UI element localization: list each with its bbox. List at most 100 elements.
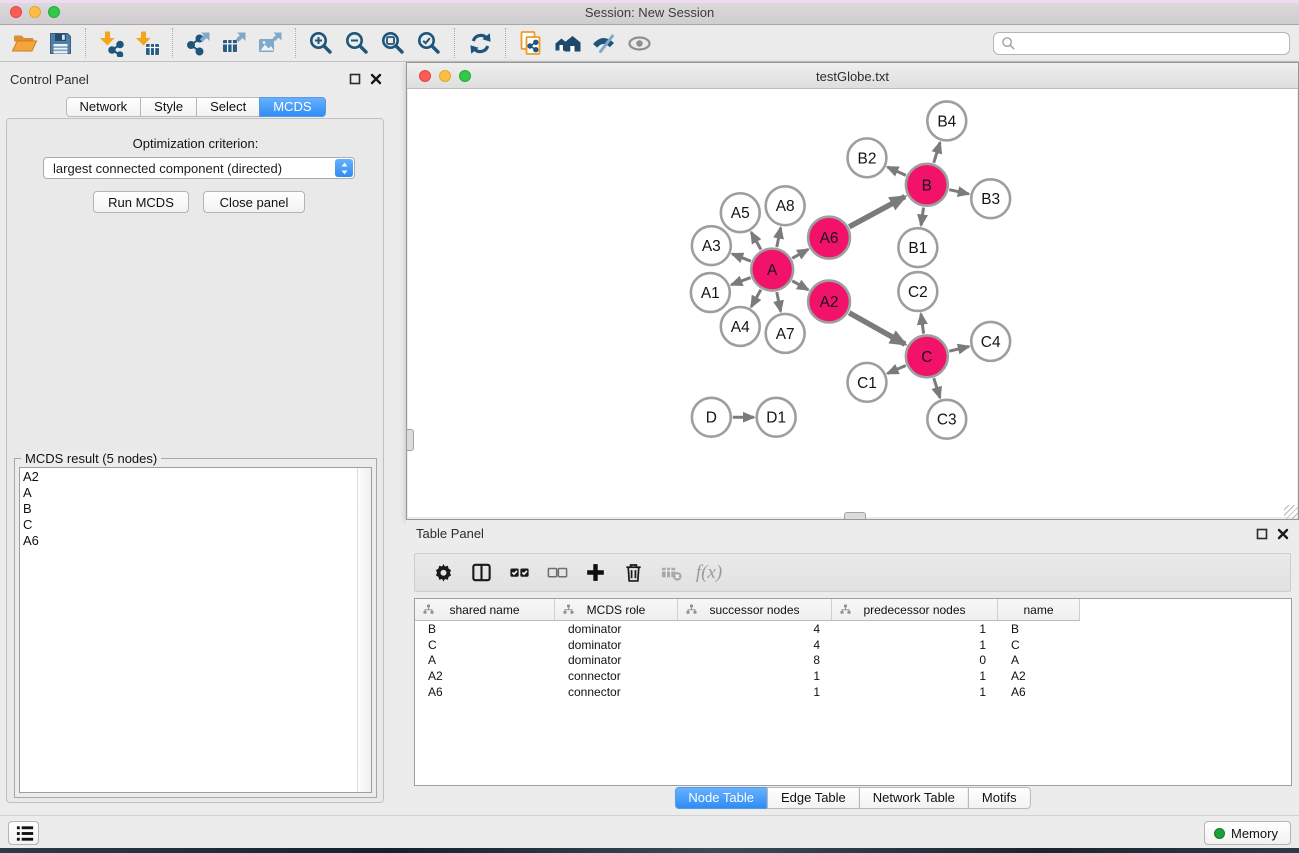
mcds-result-item[interactable]: C bbox=[23, 517, 355, 533]
network-canvas[interactable]: B4 B2 B B3 A5A8A6 B1 A3 A C2 A1 A2 A4A7 C4 C C1 C3 D D1 bbox=[408, 89, 1297, 517]
table-row[interactable]: Bdominator41B bbox=[415, 621, 1291, 637]
graph-node-B2[interactable]: B2 bbox=[848, 138, 887, 177]
column-header-mcds-role[interactable]: MCDS role bbox=[555, 599, 678, 621]
open-file-button[interactable] bbox=[6, 27, 42, 59]
mcds-result-item[interactable]: A bbox=[23, 485, 355, 501]
tab-node-table[interactable]: Node Table bbox=[674, 787, 768, 809]
graph-node-A3[interactable]: A3 bbox=[692, 226, 731, 265]
graph-node-B[interactable]: B bbox=[906, 164, 948, 206]
edge-A-to-A4[interactable] bbox=[751, 290, 761, 307]
column-header-name[interactable]: name bbox=[998, 599, 1080, 621]
edge-B-to-B4[interactable] bbox=[934, 142, 940, 162]
graph-node-A2[interactable]: A2 bbox=[808, 281, 850, 323]
show-panels-button[interactable] bbox=[8, 821, 39, 845]
zoom-selected-button[interactable] bbox=[411, 27, 447, 59]
tab-select[interactable]: Select bbox=[196, 97, 260, 117]
graph-node-B1[interactable]: B1 bbox=[898, 228, 937, 267]
graph-node-C[interactable]: C bbox=[906, 335, 948, 377]
hide-details-button[interactable] bbox=[585, 27, 621, 59]
edge-B-to-B2[interactable] bbox=[887, 167, 905, 175]
optimization-criterion-select[interactable]: largest connected component (directed) bbox=[43, 157, 355, 179]
panel-divider-grip[interactable] bbox=[407, 429, 414, 451]
graph-node-A7[interactable]: A7 bbox=[766, 314, 805, 353]
graph-node-A[interactable]: A bbox=[751, 249, 793, 291]
table-row[interactable]: Adominator80A bbox=[415, 652, 1291, 668]
edge-C-to-C1[interactable] bbox=[888, 365, 906, 373]
edge-A-to-A5[interactable] bbox=[751, 232, 761, 249]
panel-divider-grip[interactable] bbox=[844, 512, 866, 519]
run-mcds-button[interactable]: Run MCDS bbox=[93, 191, 189, 213]
import-network-button[interactable] bbox=[93, 27, 129, 59]
save-session-button[interactable] bbox=[42, 27, 78, 59]
search-input[interactable] bbox=[1016, 37, 1289, 51]
tab-network-table[interactable]: Network Table bbox=[859, 787, 969, 809]
graph-node-A6[interactable]: A6 bbox=[808, 217, 850, 259]
edge-A-to-A6[interactable] bbox=[792, 249, 808, 258]
graph-node-A5[interactable]: A5 bbox=[721, 193, 760, 232]
table-row[interactable]: A6connector11A6 bbox=[415, 684, 1291, 700]
close-panel-icon[interactable] bbox=[368, 71, 383, 86]
edge-A-to-A2[interactable] bbox=[792, 281, 808, 290]
zoom-in-button[interactable] bbox=[303, 27, 339, 59]
edge-A-to-A1[interactable] bbox=[731, 278, 750, 285]
refresh-button[interactable] bbox=[462, 27, 498, 59]
float-panel-icon[interactable] bbox=[347, 71, 362, 86]
network-window-titlebar[interactable]: testGlobe.txt bbox=[407, 63, 1298, 89]
graph-node-D[interactable]: D bbox=[692, 398, 731, 437]
edge-C-to-C4[interactable] bbox=[949, 346, 969, 351]
graph-node-C3[interactable]: C3 bbox=[927, 400, 966, 439]
close-panel-icon[interactable] bbox=[1275, 526, 1290, 541]
table-row[interactable]: A2connector11A2 bbox=[415, 668, 1291, 684]
column-header-predecessor-nodes[interactable]: predecessor nodes bbox=[832, 599, 998, 621]
scrollbar-track[interactable] bbox=[357, 468, 371, 792]
edge-B-to-B1[interactable] bbox=[921, 208, 923, 226]
tab-mcds[interactable]: MCDS bbox=[259, 97, 325, 117]
select-all-button[interactable] bbox=[500, 556, 538, 590]
edge-A-to-A3[interactable] bbox=[732, 254, 751, 261]
mcds-result-item[interactable]: B bbox=[23, 501, 355, 517]
edge-B-to-B3[interactable] bbox=[949, 190, 968, 194]
graph-node-C1[interactable]: C1 bbox=[848, 363, 887, 402]
edge-C-to-C2[interactable] bbox=[921, 314, 924, 334]
add-column-button[interactable] bbox=[576, 556, 614, 590]
edge-C-to-C3[interactable] bbox=[934, 378, 940, 398]
duplicate-network-button[interactable] bbox=[513, 27, 549, 59]
export-table-button[interactable] bbox=[216, 27, 252, 59]
edge-A-to-A8[interactable] bbox=[777, 228, 781, 247]
tab-edge-table[interactable]: Edge Table bbox=[767, 787, 860, 809]
table-row[interactable]: Cdominator41C bbox=[415, 637, 1291, 653]
graph-node-A4[interactable]: A4 bbox=[721, 307, 760, 346]
tab-network[interactable]: Network bbox=[65, 97, 141, 117]
tab-motifs[interactable]: Motifs bbox=[968, 787, 1031, 809]
tab-style[interactable]: Style bbox=[140, 97, 197, 117]
graph-node-C2[interactable]: C2 bbox=[898, 272, 937, 311]
edge-A2-to-C[interactable] bbox=[849, 313, 905, 344]
zoom-out-button[interactable] bbox=[339, 27, 375, 59]
graph-node-A8[interactable]: A8 bbox=[766, 186, 805, 225]
graph-node-B3[interactable]: B3 bbox=[971, 179, 1010, 218]
column-layout-button[interactable] bbox=[462, 556, 500, 590]
mcds-result-item[interactable]: A6 bbox=[23, 533, 355, 549]
settings-gear-button[interactable] bbox=[424, 556, 462, 590]
close-panel-button[interactable]: Close panel bbox=[203, 191, 305, 213]
delete-column-button[interactable] bbox=[614, 556, 652, 590]
graph-node-B4[interactable]: B4 bbox=[927, 101, 966, 140]
function-builder-button[interactable]: f(x) bbox=[690, 556, 728, 590]
home-button[interactable] bbox=[549, 27, 585, 59]
edge-A6-to-B[interactable] bbox=[849, 197, 905, 227]
mcds-result-item[interactable]: A2 bbox=[23, 469, 355, 485]
search-field[interactable] bbox=[993, 32, 1290, 55]
memory-button[interactable]: Memory bbox=[1204, 821, 1291, 845]
delete-table-button[interactable] bbox=[652, 556, 690, 590]
resize-corner-grip[interactable] bbox=[1284, 505, 1298, 519]
export-network-button[interactable] bbox=[180, 27, 216, 59]
graph-node-C4[interactable]: C4 bbox=[971, 322, 1010, 361]
show-details-button[interactable] bbox=[621, 27, 657, 59]
import-table-button[interactable] bbox=[129, 27, 165, 59]
edge-A-to-A7[interactable] bbox=[777, 292, 781, 311]
deselect-all-button[interactable] bbox=[538, 556, 576, 590]
graph-node-D1[interactable]: D1 bbox=[757, 398, 796, 437]
export-image-button[interactable] bbox=[252, 27, 288, 59]
graph-node-A1[interactable]: A1 bbox=[691, 273, 730, 312]
column-header-shared-name[interactable]: shared name bbox=[415, 599, 555, 621]
